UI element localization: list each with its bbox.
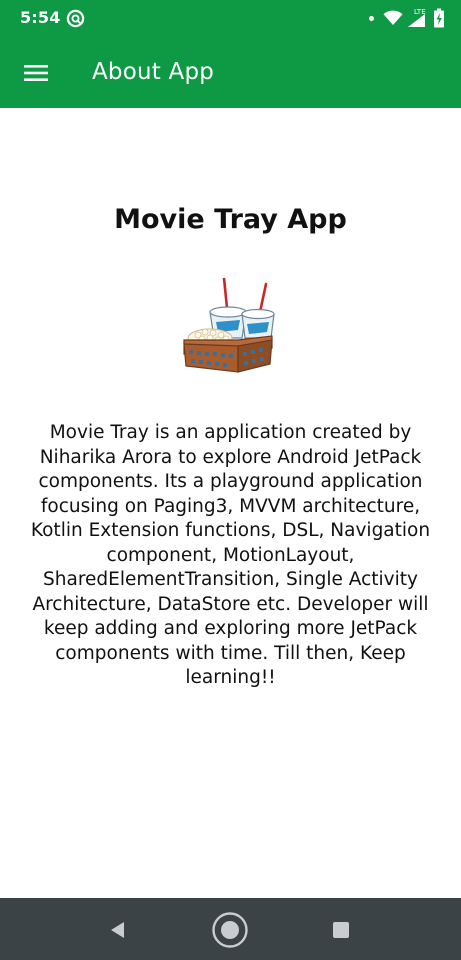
status-icons: LTE xyxy=(369,7,445,29)
recents-button[interactable] xyxy=(321,910,361,950)
back-button[interactable] xyxy=(98,910,138,950)
cell-signal-icon: LTE xyxy=(408,8,426,27)
app-description: Movie Tray is an application created by … xyxy=(30,422,431,688)
about-content: Movie Tray App Movie Tray is an applicat… xyxy=(0,108,461,898)
home-button[interactable] xyxy=(210,910,250,950)
app-notification-icon xyxy=(66,9,85,28)
app-bar-title: About App xyxy=(92,59,215,85)
app-bar: About App xyxy=(0,37,461,108)
back-icon xyxy=(111,922,124,938)
wifi-icon xyxy=(383,10,403,25)
recents-icon xyxy=(333,922,349,938)
network-type-label: LTE xyxy=(414,8,426,16)
status-bar: 5:54 LTE xyxy=(0,0,461,37)
status-time: 5:54 xyxy=(20,8,61,27)
hamburger-menu-icon xyxy=(24,65,48,81)
home-icon xyxy=(212,912,248,948)
notification-dot-icon xyxy=(369,15,374,21)
system-navigation-bar xyxy=(0,898,461,960)
menu-button[interactable] xyxy=(13,50,59,96)
popcorn-tray-icon xyxy=(183,278,275,373)
page-title: Movie Tray App xyxy=(114,204,347,235)
battery-icon xyxy=(434,8,444,28)
